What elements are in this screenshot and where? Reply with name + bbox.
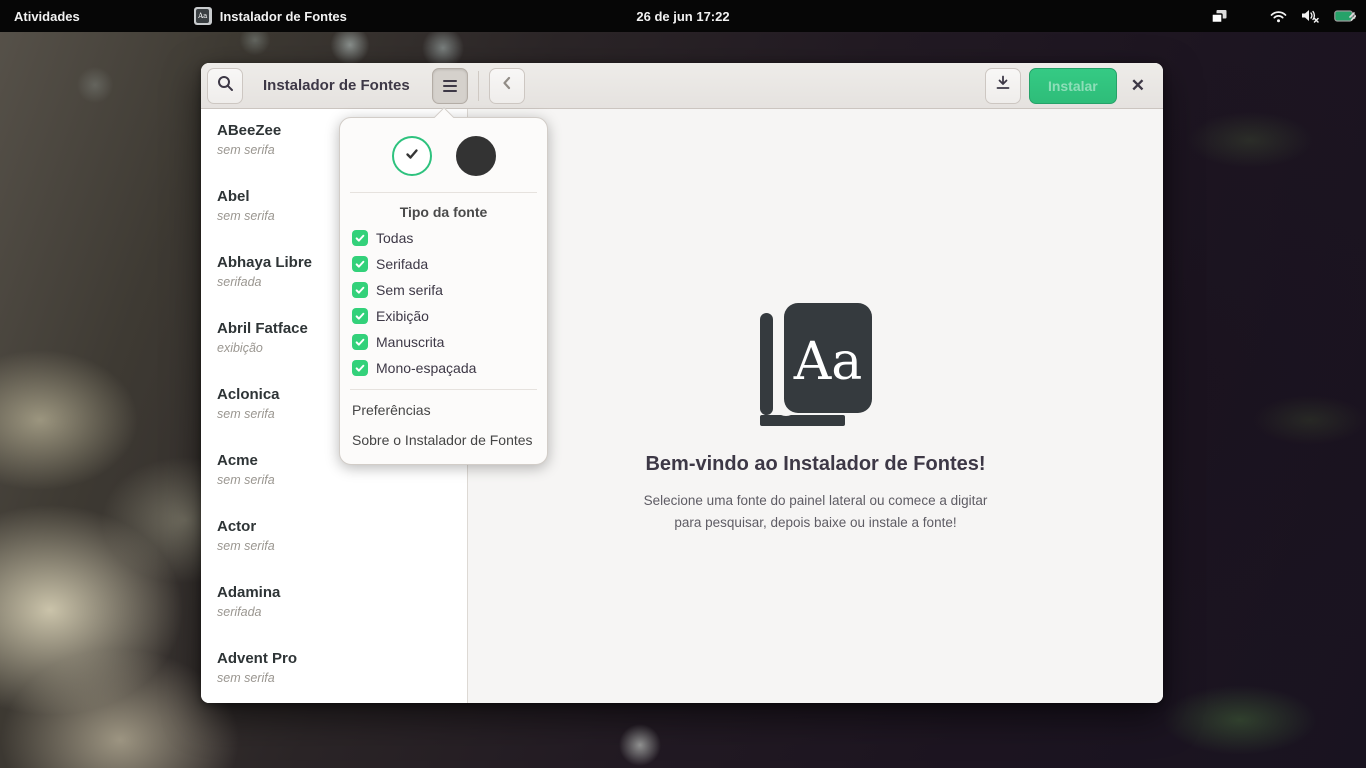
header-bar: Instalador de Fontes Instalar ✕ <box>201 63 1163 109</box>
volume-muted-icon[interactable] <box>1301 9 1320 23</box>
chevron-left-icon <box>500 76 514 95</box>
clock[interactable]: 26 de jun 17:22 <box>636 9 729 24</box>
battery-icon[interactable] <box>1334 10 1356 23</box>
welcome-pane: Aa Bem-vindo ao Instalador de Fontes! Se… <box>468 109 1163 703</box>
font-type-section-title: Tipo da fonte <box>340 195 547 225</box>
app-window: Instalador de Fontes Instalar ✕ <box>201 63 1163 703</box>
search-icon <box>217 75 234 97</box>
menu-button[interactable] <box>432 68 468 104</box>
filter-label: Todas <box>376 230 413 246</box>
download-button[interactable] <box>985 68 1021 104</box>
font-category: sem serifa <box>217 539 451 553</box>
activities-button[interactable]: Atividades <box>0 0 98 32</box>
wifi-icon[interactable] <box>1270 10 1287 23</box>
welcome-subtitle: Selecione uma fonte do painel lateral ou… <box>644 490 988 535</box>
back-button[interactable] <box>489 68 525 104</box>
checkbox-checked-icon[interactable] <box>352 282 368 298</box>
checkbox-checked-icon[interactable] <box>352 256 368 272</box>
font-name: Adamina <box>217 584 451 601</box>
theme-light-button[interactable] <box>392 136 432 176</box>
filter-label: Serifada <box>376 256 428 272</box>
checkbox-checked-icon[interactable] <box>352 334 368 350</box>
popover-separator <box>350 389 537 390</box>
welcome-title: Bem-vindo ao Instalador de Fontes! <box>645 453 985 476</box>
font-type-filter-list: Todas Serifada <box>340 225 547 381</box>
font-category: serifada <box>217 605 451 619</box>
workspaces-icon[interactable] <box>1211 9 1228 24</box>
font-list-item[interactable]: Actor sem serifa <box>201 505 467 571</box>
main-menu-popover: Tipo da fonte Todas <box>339 117 548 465</box>
window-title: Instalador de Fontes <box>263 77 410 94</box>
theme-selector <box>340 124 547 190</box>
font-type-checkbox-row[interactable]: Mono-espaçada <box>340 355 547 381</box>
menu-item[interactable]: Sobre o Instalador de Fontes <box>340 425 547 455</box>
svg-text:Aa: Aa <box>792 332 862 392</box>
font-list-item[interactable]: Advent Pro sem serifa <box>201 637 467 703</box>
font-category: sem serifa <box>217 473 451 487</box>
filter-label: Mono-espaçada <box>376 360 476 376</box>
font-book-icon: Aa <box>760 303 872 427</box>
focused-app-indicator[interactable]: Aa Instalador de Fontes <box>194 7 347 25</box>
font-category: sem serifa <box>217 671 451 685</box>
font-type-checkbox-row[interactable]: Serifada <box>340 251 547 277</box>
app-icon: Aa <box>194 7 212 25</box>
shell-top-bar: Atividades Aa Instalador de Fontes 26 de… <box>0 0 1366 32</box>
font-type-checkbox-row[interactable]: Exibição <box>340 303 547 329</box>
checkbox-checked-icon[interactable] <box>352 360 368 376</box>
header-separator <box>478 71 479 101</box>
check-icon <box>403 145 421 168</box>
font-type-checkbox-row[interactable]: Manuscrita <box>340 329 547 355</box>
font-type-checkbox-row[interactable]: Sem serifa <box>340 277 547 303</box>
popover-menu-items: Preferências Sobre o Instalador de Fonte… <box>340 392 547 460</box>
focused-app-name: Instalador de Fontes <box>220 9 347 24</box>
filter-label: Manuscrita <box>376 334 444 350</box>
theme-dark-button[interactable] <box>456 136 496 176</box>
search-button[interactable] <box>207 68 243 104</box>
filter-label: Exibição <box>376 308 429 324</box>
popover-separator <box>350 192 537 193</box>
system-tray[interactable] <box>1211 0 1356 32</box>
hamburger-icon <box>443 80 457 92</box>
close-icon[interactable]: ✕ <box>1131 77 1145 94</box>
font-name: Advent Pro <box>217 650 451 667</box>
checkbox-checked-icon[interactable] <box>352 230 368 246</box>
font-name: Actor <box>217 518 451 535</box>
install-button[interactable]: Instalar <box>1029 68 1117 104</box>
menu-item[interactable]: Preferências <box>340 395 547 425</box>
checkbox-checked-icon[interactable] <box>352 308 368 324</box>
download-icon <box>995 75 1011 96</box>
font-list-item[interactable]: Adamina serifada <box>201 571 467 637</box>
font-type-checkbox-row[interactable]: Todas <box>340 225 547 251</box>
filter-label: Sem serifa <box>376 282 443 298</box>
